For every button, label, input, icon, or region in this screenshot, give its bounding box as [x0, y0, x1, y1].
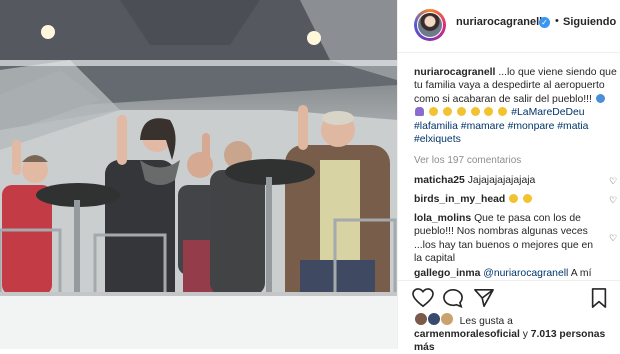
likes-conjunction: y — [522, 329, 528, 340]
separator-dot: • — [555, 15, 559, 27]
comment-item: maticha25 Jajajajajajajaja — [414, 174, 604, 187]
comment-icon[interactable] — [442, 288, 464, 308]
laughing-emoji-icon — [523, 194, 533, 203]
bookmark-icon[interactable] — [588, 288, 610, 308]
hashtag-link[interactable]: #lafamilia — [414, 121, 458, 132]
likes-user[interactable]: carmenmoralesoficial — [414, 329, 520, 340]
verified-icon: ✓ — [539, 17, 550, 28]
comment-text: Jajajajajajajaja — [467, 175, 536, 186]
comment-text: A mí — [570, 268, 592, 279]
likes-prefix: Les gusta a — [459, 316, 513, 327]
post-photo[interactable] — [0, 0, 397, 349]
liker-avatar — [414, 312, 428, 326]
share-icon[interactable] — [473, 288, 495, 308]
post-caption: nuriarocagranell ...lo que viene siendo … — [414, 66, 618, 146]
comment-like-icon[interactable]: ♡ — [609, 176, 617, 187]
laughing-emoji-icon — [484, 107, 494, 117]
laughing-emoji-icon — [509, 194, 519, 203]
caption-username[interactable]: nuriarocagranell — [414, 67, 495, 78]
avatar[interactable] — [414, 9, 446, 41]
laughing-emoji-icon — [442, 107, 452, 117]
woman-emoji-icon — [415, 107, 424, 117]
comment-username[interactable]: maticha25 — [414, 175, 465, 186]
laughing-emoji-icon — [470, 107, 480, 117]
post-side-panel: nuriarocagranell ✓ • Siguiendo nuriaroca… — [397, 0, 620, 353]
hashtag-link[interactable]: #elxiquets — [414, 134, 461, 145]
laughing-emoji-icon — [498, 107, 508, 117]
view-comments-link[interactable]: Ver los 197 comentarios — [414, 155, 521, 166]
header-username[interactable]: nuriarocagranell — [456, 16, 542, 28]
laughing-emoji-icon — [456, 107, 466, 117]
action-bar — [398, 280, 620, 314]
comment-item: gallego_inma @nuriarocagranell A mí — [414, 267, 604, 280]
comment-username[interactable]: birds_in_my_head — [414, 194, 505, 205]
laughing-emoji-icon — [428, 107, 438, 117]
heart-icon[interactable] — [412, 288, 434, 308]
comment-like-icon[interactable]: ♡ — [609, 195, 617, 206]
liker-avatar — [426, 312, 441, 326]
hashtag-link[interactable]: #LaMareDeDeu — [511, 107, 584, 118]
hashtag-link[interactable]: #monpare — [508, 121, 555, 132]
comment-mention[interactable]: @nuriarocagranell — [483, 268, 568, 279]
comment-username[interactable]: lola_molins — [414, 213, 471, 224]
screaming-face-icon — [595, 93, 605, 103]
comment-username[interactable]: gallego_inma — [414, 268, 480, 279]
photo-illustration — [0, 0, 397, 349]
hashtag-link[interactable]: #mamare — [461, 121, 505, 132]
following-button[interactable]: Siguiendo — [563, 16, 616, 28]
comment-like-icon[interactable]: ♡ — [609, 233, 617, 244]
likes-summary: Les gusta a carmenmoralesoficial y 7.013… — [414, 312, 619, 354]
post-header: nuriarocagranell ✓ • Siguiendo — [398, 0, 620, 53]
hashtag-link[interactable]: #matia — [557, 121, 588, 132]
liker-avatar — [439, 312, 454, 326]
comment-item: lola_molins Que te pasa con los de puebl… — [414, 212, 604, 266]
comment-item: birds_in_my_head — [414, 193, 604, 206]
